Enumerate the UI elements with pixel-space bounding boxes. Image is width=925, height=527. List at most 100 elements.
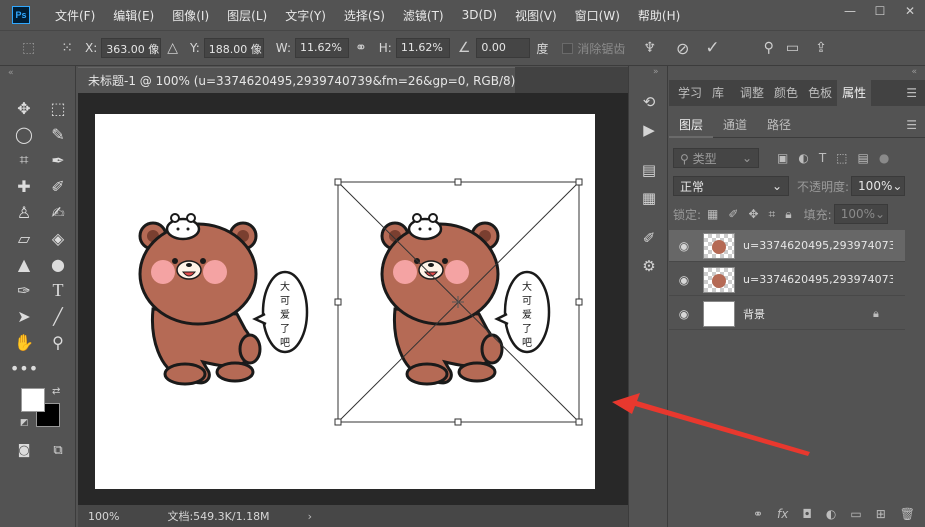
tab-learn[interactable]: 学习 <box>673 80 707 106</box>
zoom-tool-icon[interactable]: ⚲ <box>45 331 71 353</box>
actions-panel-icon[interactable]: ▶ <box>639 120 659 140</box>
foreground-color-swatch[interactable] <box>21 388 45 412</box>
fill-field[interactable]: 100% ⌄ <box>833 204 888 224</box>
angle-field[interactable]: 0.00 <box>476 38 531 58</box>
commit-transform-icon[interactable]: ✓ <box>705 38 719 58</box>
cancel-transform-icon[interactable]: ⊘ <box>676 39 689 58</box>
menu-help[interactable]: 帮助(H) <box>629 7 689 24</box>
share-icon[interactable]: ⇪ <box>815 40 827 56</box>
menu-select[interactable]: 选择(S) <box>335 7 394 24</box>
tab-swatches[interactable]: 色板 <box>803 80 837 106</box>
layer-filter-select[interactable]: ⚲ 类型 ⌄ <box>673 148 759 168</box>
filter-smart-icon[interactable]: ▤ <box>858 151 869 165</box>
close-icon[interactable]: ✕ <box>895 0 925 22</box>
menu-type[interactable]: 文字(Y) <box>276 7 335 24</box>
path-select-icon[interactable]: ➤ <box>11 305 37 327</box>
eye-icon[interactable]: ◉ <box>669 239 699 253</box>
layer-row[interactable]: ◉ 背景 🔒︎ <box>669 298 905 330</box>
tab-adjustments[interactable]: 调整 <box>735 80 769 106</box>
minimize-icon[interactable]: — <box>835 0 865 22</box>
layer-name[interactable]: 背景 <box>743 306 873 322</box>
layer-name[interactable]: u=3374620495,293974073... <box>743 273 893 286</box>
crop-tool-icon[interactable]: ⌗ <box>11 149 37 171</box>
info-panel-icon[interactable]: ▤ <box>639 160 659 180</box>
transform-tool-icon[interactable]: ⬚ <box>22 40 35 56</box>
workspace-icon[interactable]: ▭ <box>786 40 799 56</box>
eyedropper-tool-icon[interactable]: ✒ <box>45 149 71 171</box>
transform-handle-t[interactable] <box>454 178 462 186</box>
menu-view[interactable]: 视图(V) <box>506 7 566 24</box>
document-tab[interactable]: 未标题-1 @ 100% (u=3374620495,2939740739&fm… <box>78 67 546 93</box>
interpolation-checkbox[interactable] <box>562 42 574 54</box>
eye-icon[interactable]: ◉ <box>669 273 699 287</box>
new-layer-icon[interactable]: ⊞ <box>876 507 886 521</box>
tab-layers[interactable]: 图层 <box>669 111 714 138</box>
menu-edit[interactable]: 编辑(E) <box>104 7 163 24</box>
lock-all-icon[interactable]: 🔒︎ <box>785 207 791 222</box>
menu-3d[interactable]: 3D(D) <box>453 8 506 22</box>
transform-handle-r[interactable] <box>575 298 583 306</box>
eye-icon[interactable]: ◉ <box>669 307 699 321</box>
delta-icon[interactable]: △ <box>167 40 178 56</box>
status-menu-icon[interactable]: › <box>308 510 312 523</box>
bucket-tool-icon[interactable]: ◈ <box>45 227 71 249</box>
blur-tool-icon[interactable]: ▲ <box>11 253 37 275</box>
eraser-tool-icon[interactable]: ▱ <box>11 227 37 249</box>
quick-mask-icon[interactable]: ◙ <box>11 439 37 461</box>
add-mask-icon[interactable]: ◘ <box>802 507 812 521</box>
document-canvas[interactable]: 大 可 爱 了 吧 大 可 爱 了 吧 <box>95 114 595 489</box>
width-field[interactable]: 11.62% <box>295 38 350 58</box>
hand-tool-icon[interactable]: ✋ <box>11 331 37 353</box>
marquee-tool-icon[interactable]: ⬚ <box>45 97 71 119</box>
menu-image[interactable]: 图像(I) <box>163 7 218 24</box>
blend-mode-select[interactable]: 正常 ⌄ <box>673 176 789 196</box>
lock-artboard-icon[interactable]: ⌗ <box>769 207 776 222</box>
transform-handle-br[interactable] <box>575 418 583 426</box>
height-field[interactable]: 11.62% <box>395 38 450 58</box>
transform-handle-b[interactable] <box>454 418 462 426</box>
layer-row[interactable]: ◉ u=3374620495,293974073... <box>669 230 905 262</box>
warp-icon[interactable]: ♆ <box>643 40 656 56</box>
layer-name[interactable]: u=3374620495,293974073... <box>743 239 893 252</box>
transform-handle-tr[interactable] <box>575 178 583 186</box>
toolbar-collapse-icon[interactable]: « <box>0 66 75 80</box>
y-field[interactable]: 188.00 像 <box>203 38 264 58</box>
menu-filter[interactable]: 滤镜(T) <box>394 7 453 24</box>
zoom-level[interactable]: 100% <box>88 510 119 523</box>
history-brush-icon[interactable]: ✍ <box>45 201 71 223</box>
lasso-tool-icon[interactable]: ◯ <box>11 123 37 145</box>
tool-presets-icon[interactable]: ⚙ <box>639 256 659 276</box>
filter-toggle-icon[interactable]: ● <box>879 151 889 165</box>
transform-handle-tl[interactable] <box>334 178 342 186</box>
transform-handle-bl[interactable] <box>334 418 342 426</box>
default-colors-icon[interactable]: ◩ <box>20 418 29 428</box>
link-layers-icon[interactable]: ⚭ <box>753 507 763 521</box>
filter-pixel-icon[interactable]: ▣ <box>777 151 788 165</box>
quick-select-tool-icon[interactable]: ✎ <box>45 123 71 145</box>
dock-collapse-icon[interactable]: » <box>653 67 659 77</box>
history-panel-icon[interactable]: ⟲ <box>639 92 659 112</box>
brush-tool-icon[interactable]: ✐ <box>45 175 71 197</box>
maximize-icon[interactable]: ☐ <box>865 0 895 22</box>
link-icon[interactable]: ⚭ <box>355 40 367 56</box>
dodge-tool-icon[interactable]: ● <box>45 253 71 275</box>
menu-window[interactable]: 窗口(W) <box>566 7 629 24</box>
move-tool-icon[interactable]: ✥ <box>11 97 37 119</box>
delete-layer-icon[interactable]: 🗑︎ <box>900 507 915 521</box>
x-field[interactable]: 363.00 像 <box>101 38 162 58</box>
opacity-field[interactable]: 100% ⌄ <box>851 176 906 196</box>
reference-point-icon[interactable]: ⁙ <box>61 40 73 56</box>
new-group-icon[interactable]: ▭ <box>850 507 861 521</box>
tab-properties[interactable]: 属性 <box>837 80 872 106</box>
healing-tool-icon[interactable]: ✚ <box>11 175 37 197</box>
layer-row[interactable]: ◉ u=3374620495,293974073... <box>669 264 905 296</box>
adjustment-layer-icon[interactable]: ◐ <box>826 507 836 521</box>
layers-menu-icon[interactable]: ☰ <box>906 118 917 132</box>
panel-menu-icon[interactable]: ☰ <box>906 86 917 100</box>
layer-style-icon[interactable]: fx <box>777 507 788 521</box>
transform-handle-l[interactable] <box>334 298 342 306</box>
right-collapse-icon[interactable]: « <box>911 67 917 77</box>
notes-panel-icon[interactable]: ▦ <box>639 188 659 208</box>
swap-colors-icon[interactable]: ⇄ <box>52 386 60 397</box>
brush-panel-icon[interactable]: ✐ <box>639 228 659 248</box>
